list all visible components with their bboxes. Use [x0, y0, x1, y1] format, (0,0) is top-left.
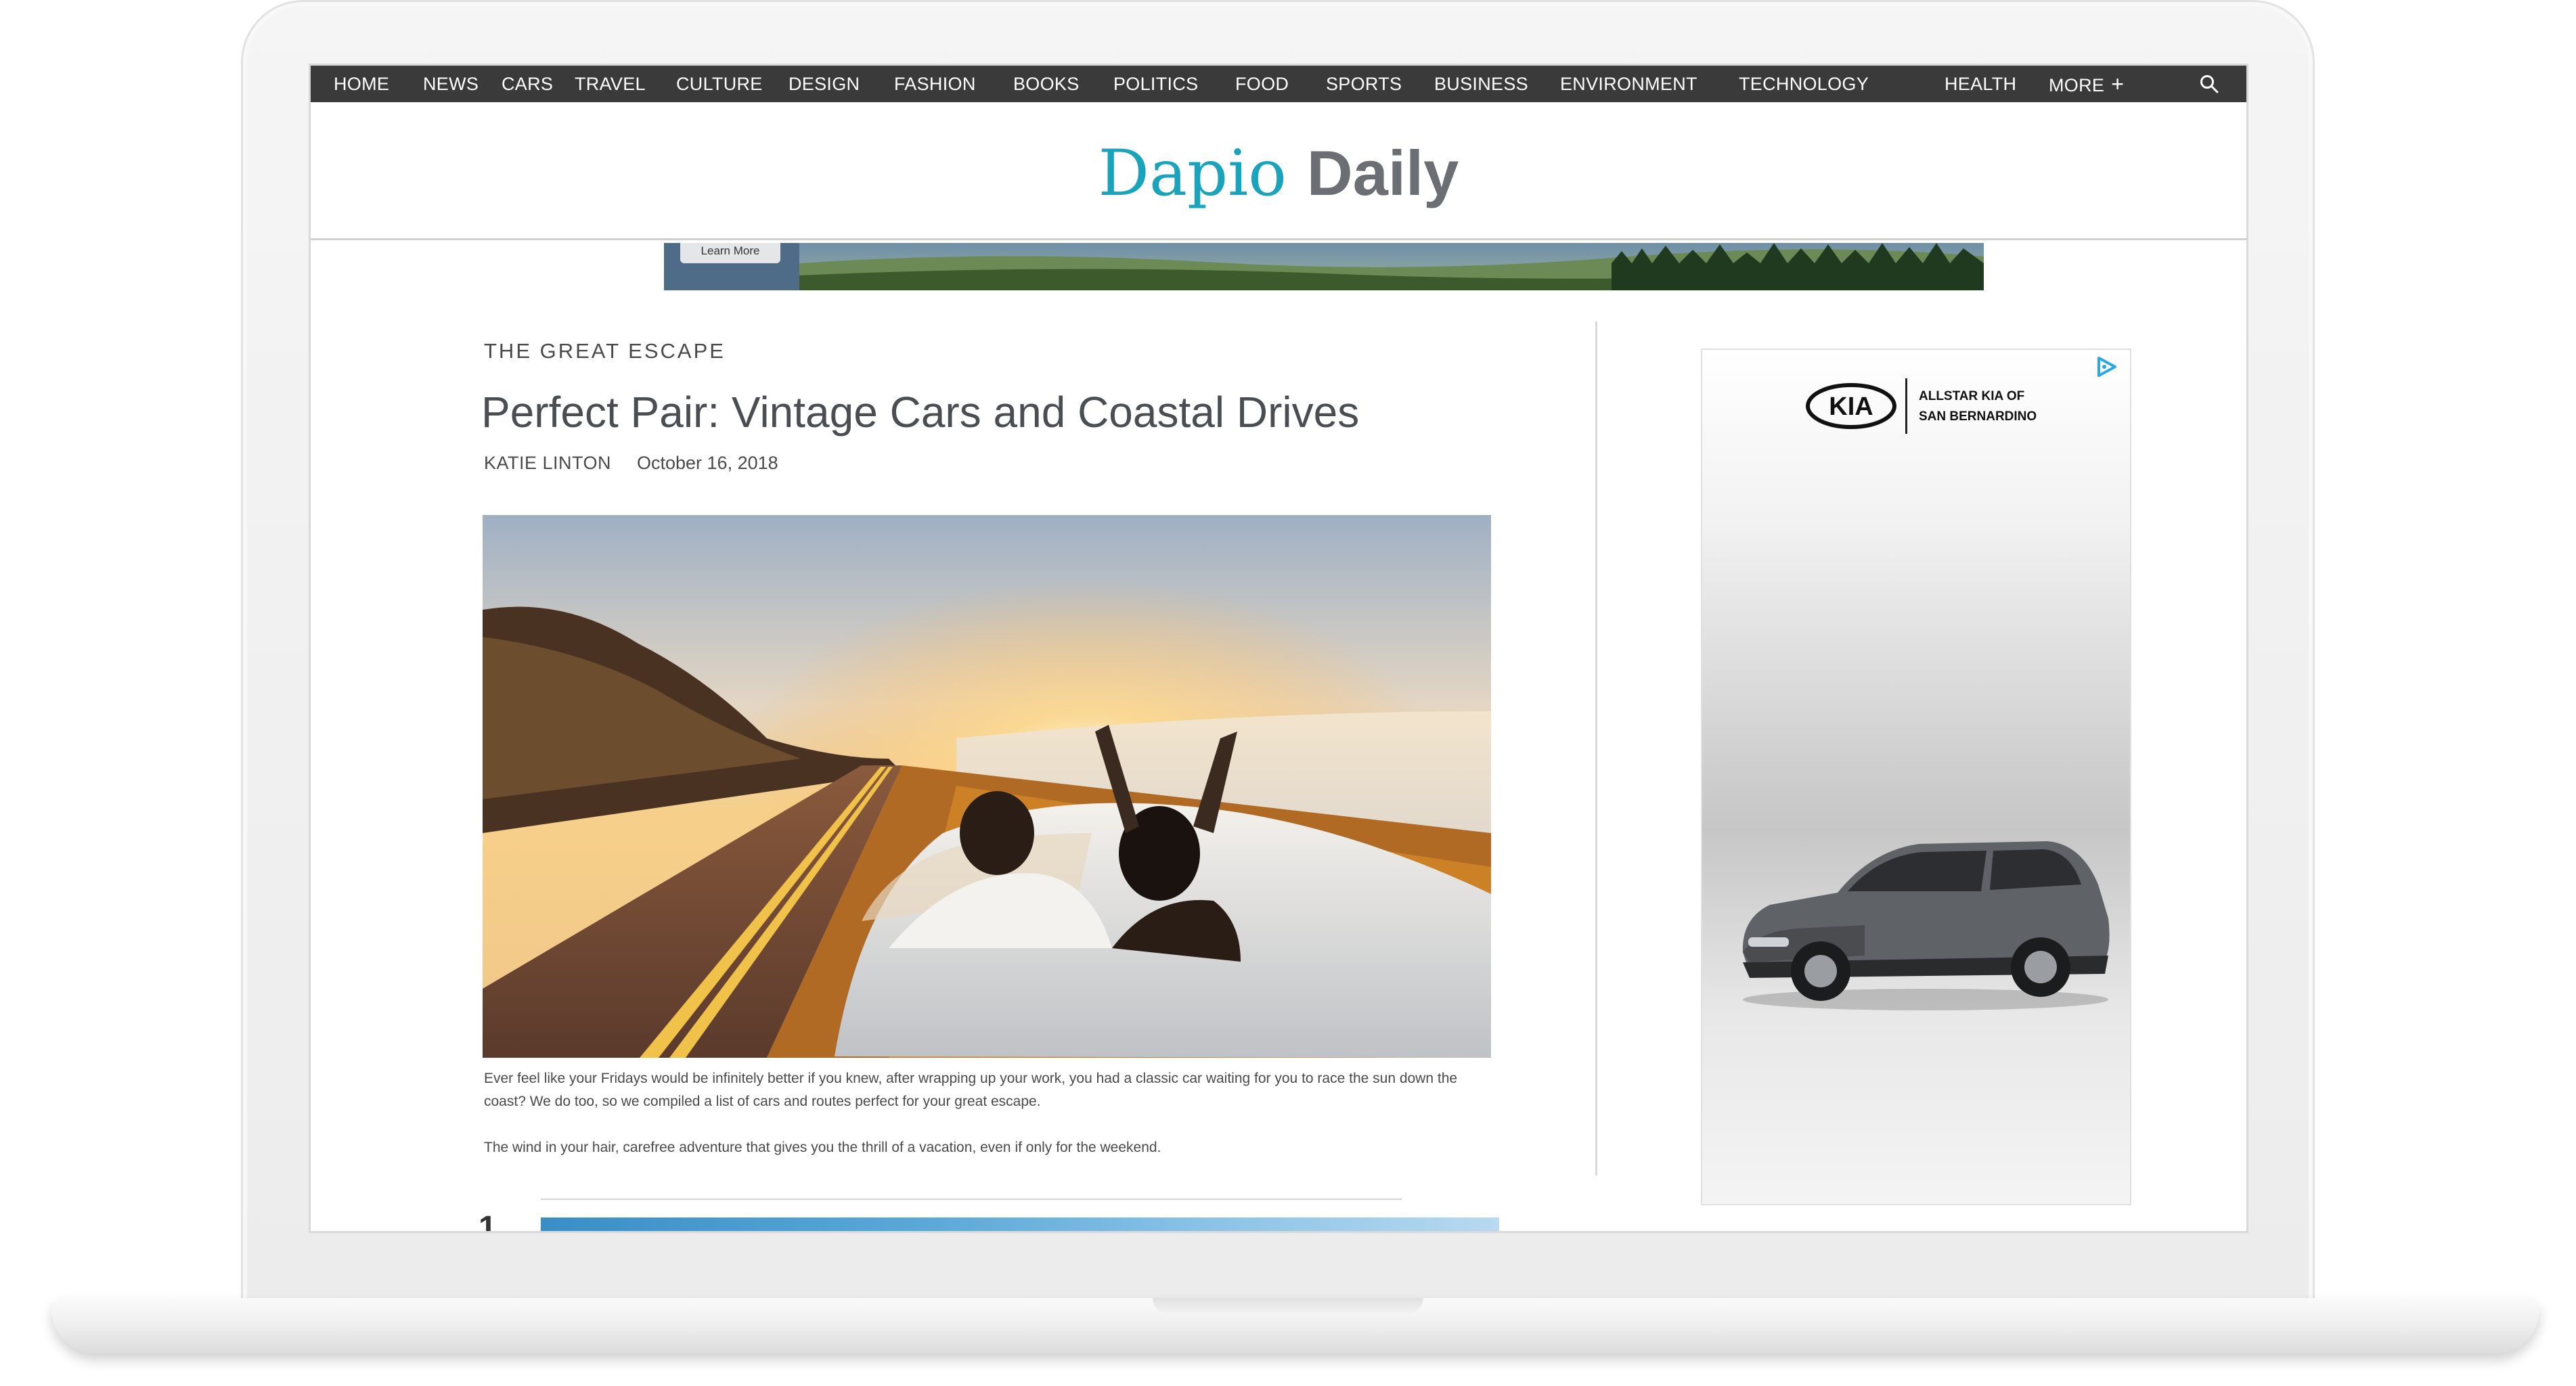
nav-item-sports[interactable]: SPORTS [1326, 66, 1402, 102]
article-title: Perfect Pair: Vintage Cars and Coastal D… [481, 388, 1360, 437]
section-divider [541, 1199, 1402, 1200]
list-item-number: 1 [479, 1210, 497, 1233]
hero-image-convertible-sunset [483, 515, 1491, 1058]
dealer-name-line-1: ALLSTAR KIA OF [1919, 389, 2025, 403]
sidebar-ad-kia[interactable]: KIA ALLSTAR KIA OF SAN BERNARDINO [1701, 349, 2131, 1205]
nav-item-fashion[interactable]: FASHION [894, 66, 976, 102]
article-date: October 16, 2018 [637, 453, 778, 473]
logo-part-dapio: Dapio [1098, 137, 1287, 210]
banner-learn-more-button[interactable]: Learn More [680, 243, 780, 263]
plus-icon: + [2111, 72, 2125, 96]
search-icon[interactable] [2199, 74, 2219, 94]
article-kicker[interactable]: THE GREAT ESCAPE [484, 339, 726, 363]
laptop-notch [1153, 1298, 1423, 1313]
dealer-name: ALLSTAR KIA OF SAN BERNARDINO [1919, 386, 2095, 427]
nav-item-design[interactable]: DESIGN [789, 66, 860, 102]
nav-item-business[interactable]: BUSINESS [1434, 66, 1528, 102]
nav-item-health[interactable]: HEALTH [1945, 66, 2016, 102]
dealer-name-line-2: SAN BERNARDINO [1919, 409, 2037, 424]
nav-item-food[interactable]: FOOD [1235, 66, 1289, 102]
logo-part-daily: Daily [1306, 137, 1459, 208]
nav-item-books[interactable]: BOOKS [1013, 66, 1080, 102]
masthead: Dapio Daily [311, 102, 2246, 240]
laptop-screen: HOME NEWS CARS TRAVEL CULTURE DESIGN FAS… [309, 64, 2248, 1233]
article-paragraph-1: Ever feel like your Fridays would be inf… [484, 1071, 1458, 1109]
nav-item-technology[interactable]: TECHNOLOGY [1739, 66, 1869, 102]
nav-item-home[interactable]: HOME [334, 66, 389, 102]
top-nav: HOME NEWS CARS TRAVEL CULTURE DESIGN FAS… [311, 66, 2246, 102]
kia-logo-divider [1905, 378, 1907, 434]
kia-suv-image [1742, 841, 2110, 1010]
nav-item-more[interactable]: MORE + [2049, 66, 2124, 102]
kia-logo-text: KIA [1829, 393, 1873, 421]
article-author[interactable]: KATIE LINTON [484, 453, 611, 474]
site-logo[interactable]: Dapio Daily [311, 136, 2246, 211]
nav-item-environment[interactable]: ENVIRONMENT [1560, 66, 1697, 102]
banner-ad[interactable]: Learn More [664, 243, 1984, 290]
adchoices-icon[interactable] [2095, 355, 2118, 378]
nav-more-label: MORE [2049, 75, 2105, 95]
nav-item-travel[interactable]: TRAVEL [575, 66, 646, 102]
banner-landscape-image [799, 243, 1984, 290]
nav-item-politics[interactable]: POLITICS [1113, 66, 1198, 102]
column-divider [1595, 321, 1597, 1176]
article-paragraph-2: The wind in your hair, carefree adventur… [484, 1140, 1161, 1155]
nav-item-news[interactable]: NEWS [423, 66, 479, 102]
nav-item-culture[interactable]: CULTURE [676, 66, 763, 102]
list-item-image [541, 1217, 1499, 1231]
nav-item-cars[interactable]: CARS [502, 66, 553, 102]
kia-logo: KIA [1806, 383, 1896, 429]
